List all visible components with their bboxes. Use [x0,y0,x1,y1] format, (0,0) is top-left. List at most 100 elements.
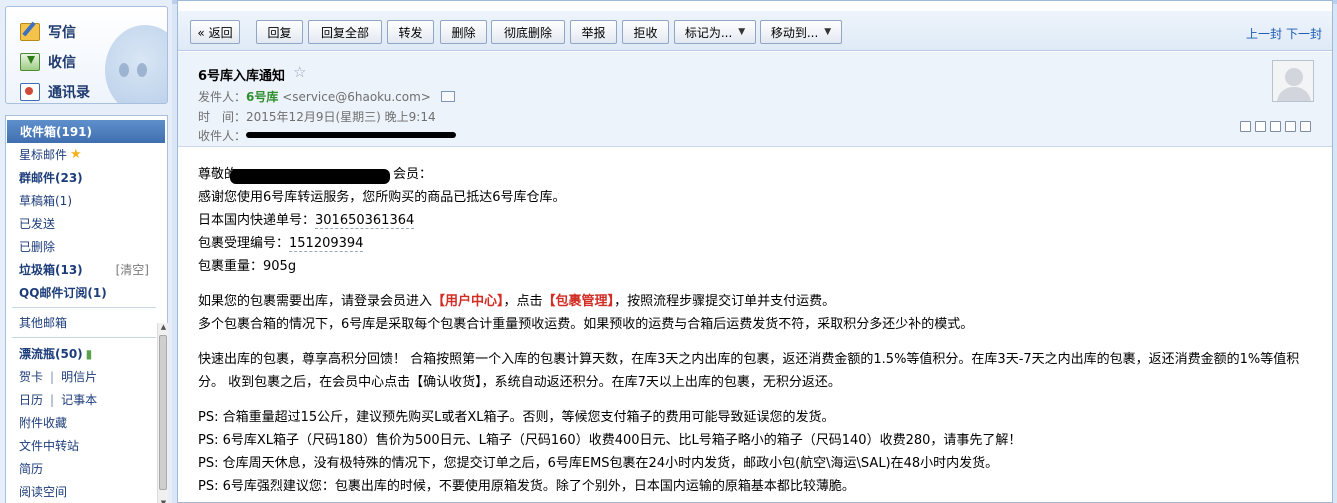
save-icon[interactable] [1270,121,1281,132]
sidebar-item-drafts[interactable]: 草稿箱(1) [6,189,153,212]
sender-name[interactable]: 6号库 [246,90,278,104]
sidebar-item-reading[interactable]: 阅读空间 [6,480,153,503]
forward-button[interactable]: 转发 [387,20,434,44]
greeting-line: 尊敬的 会员： [198,163,1318,186]
mail-view-icons [1240,121,1311,132]
drift-bottle-label: 漂流瓶(50) [19,347,83,361]
sidebar-item-qq-subscription[interactable]: QQ邮件订阅(1) [6,281,153,304]
greeting-prefix: 尊敬的 [198,167,238,182]
write-mail-button[interactable]: 写信 [20,21,76,43]
pencil-icon [20,23,40,41]
reject-button[interactable]: 拒收 [622,20,669,44]
calendar-link[interactable]: 日历 [19,391,43,408]
reply-all-button[interactable]: 回复全部 [308,20,382,44]
sidebar-item-drift-bottle[interactable]: 漂流瓶(50) ▮ [6,342,153,365]
attachments-label: 附件收藏 [19,416,68,430]
notebook-link[interactable]: 记事本 [61,391,97,408]
resume-label: 简历 [19,462,44,476]
contact-card-icon [20,83,40,101]
scroll-down-icon[interactable]: ▼ [159,499,168,503]
sidebar-item-spam[interactable]: 垃圾箱(13) [清空] [6,258,153,281]
sidebar-item-calendar: 日历 | 记事本 [19,391,98,408]
move-to-dropdown[interactable]: 移动到... ▼ [760,20,842,44]
weight-label: 包裹重量： [198,259,264,274]
print-icon[interactable] [1285,121,1296,132]
delete-button[interactable]: 删除 [440,20,487,44]
consolidation-note: 多个包裹合箱的情况下，6号库是采取每个包裹合计重量预收运费。如果预收的运费与合箱… [198,317,974,332]
ps-line: PS: 仓库周天休息，没有极特殊的情况下，您提交订单之后，6号库EMS包裹在24… [198,456,999,471]
new-window-icon[interactable] [1240,121,1251,132]
instructions-text: 如果您的包裹需要出库，请登录会员进入 [198,294,433,309]
sidebar-item-starred[interactable]: 星标邮件 ★ [6,143,153,166]
scroll-thumb[interactable] [159,335,167,490]
reading-label: 阅读空间 [19,485,68,499]
cards-link[interactable]: 贺卡 [19,368,43,385]
sidebar-scrollbar[interactable]: ▲ ▼ [157,323,168,503]
more-options-icon[interactable] [1300,121,1311,132]
sidebar-item-attachments[interactable]: 附件收藏 [6,411,153,434]
other-mailboxes-label: 其他邮箱 [19,316,68,330]
next-mail-link[interactable]: 下一封 [1286,25,1322,42]
body-line: 感谢您使用6号库转运服务，您所购买的商品已抵达6号库仓库。 [198,190,566,205]
quick-actions-box: 写信 收信 通讯录 [5,6,168,104]
points-paragraph: 快速出库的包裹，尊享高积分回馈！ 合箱按照第一个入库的包裹计算天数，在库3天之内… [198,352,1300,390]
weight-value: 905g [263,259,297,274]
deleted-label: 已删除 [19,240,56,254]
prev-mail-link[interactable]: 上一封 [1246,25,1282,42]
mail-reader: « 返回 回复 回复全部 转发 删除 彻底删除 举报 拒收 标记为... ▼ 移… [177,0,1333,503]
instructions-text: ，按照流程步骤提交订单并支付运费。 [614,294,836,309]
user-center-link[interactable]: 【用户中心】 [432,294,504,309]
package-number[interactable]: 151209394 [289,236,364,252]
drafts-label: 草稿箱(1) [19,194,72,208]
tracking-label: 日本国内快递单号： [198,213,316,228]
spam-label: 垃圾箱(13) [19,263,83,277]
write-mail-label: 写信 [48,25,76,41]
sent-label: 已发送 [19,217,56,231]
sidebar-item-deleted[interactable]: 已删除 [6,235,153,258]
avatar[interactable] [1272,60,1314,102]
contacts-button[interactable]: 通讯录 [20,81,90,103]
package-label: 包裹受理编号： [198,236,290,251]
sidebar-item-group-mail[interactable]: 群邮件(23) [6,166,153,189]
to-row: 收件人： [198,127,246,144]
qq-penguin-watermark [105,25,167,103]
time-value: 2015年12月9日(星期三) 晚上9:14 [246,110,436,124]
back-button[interactable]: « 返回 [190,20,240,44]
ps-line: PS: 6号库XL箱子（尺码180）售价为500日元、L箱子（尺码160）收费4… [198,433,1022,448]
scroll-up-icon[interactable]: ▲ [159,323,168,333]
file-transfer-label: 文件中转站 [19,439,80,453]
redacted-recipient [246,132,456,138]
note-icon[interactable] [1255,121,1266,132]
sidebar-item-other-mailboxes[interactable]: 其他邮箱 [6,311,153,334]
to-label: 收件人： [198,129,247,143]
mail-subject: 6号库入库通知 [198,69,286,84]
tracking-number[interactable]: 301650361364 [315,213,415,229]
group-mail-label: 群邮件(23) [19,171,83,185]
package-management-link[interactable]: 【包裹管理】 [543,294,615,309]
sidebar-item-inbox[interactable]: 收件箱(191) [7,120,165,143]
receive-mail-button[interactable]: 收信 [20,51,76,73]
sidebar-item-cards: 贺卡 | 明信片 [19,368,98,385]
report-button[interactable]: 举报 [570,20,617,44]
star-icon: ★ [70,147,82,162]
star-outline-icon[interactable]: ☆ [293,63,306,81]
sidebar-item-file-transfer[interactable]: 文件中转站 [6,434,153,457]
postcards-link[interactable]: 明信片 [61,368,97,385]
mark-as-dropdown[interactable]: 标记为... ▼ [674,20,756,44]
weight-line: 包裹重量：905g [198,255,1318,278]
sidebar-item-resume[interactable]: 简历 [6,457,153,480]
chevron-down-icon: ▼ [738,27,746,37]
clear-spam-link[interactable]: [清空] [116,261,149,278]
contact-card-icon[interactable] [440,91,455,102]
mail-header: 6号库入库通知 ☆ 发件人：6号库 <service@6haoku.com> 时… [178,52,1332,147]
sidebar-item-sent[interactable]: 已发送 [6,212,153,235]
move-to-label: 移动到... [770,25,819,40]
delete-forever-button[interactable]: 彻底删除 [491,20,565,44]
download-icon [20,53,40,71]
folder-list: 收件箱(191) 星标邮件 ★ 群邮件(23) 草稿箱(1) 已发送 已删除 垃… [5,115,168,503]
reply-button[interactable]: 回复 [256,20,303,44]
mark-as-label: 标记为... [684,25,733,40]
bottle-icon: ▮ [85,346,93,361]
time-row: 时 间：2015年12月9日(星期三) 晚上9:14 [198,108,436,125]
mail-body: 尊敬的 会员： 感谢您使用6号库转运服务，您所购买的商品已抵达6号库仓库。 日本国… [198,163,1318,498]
